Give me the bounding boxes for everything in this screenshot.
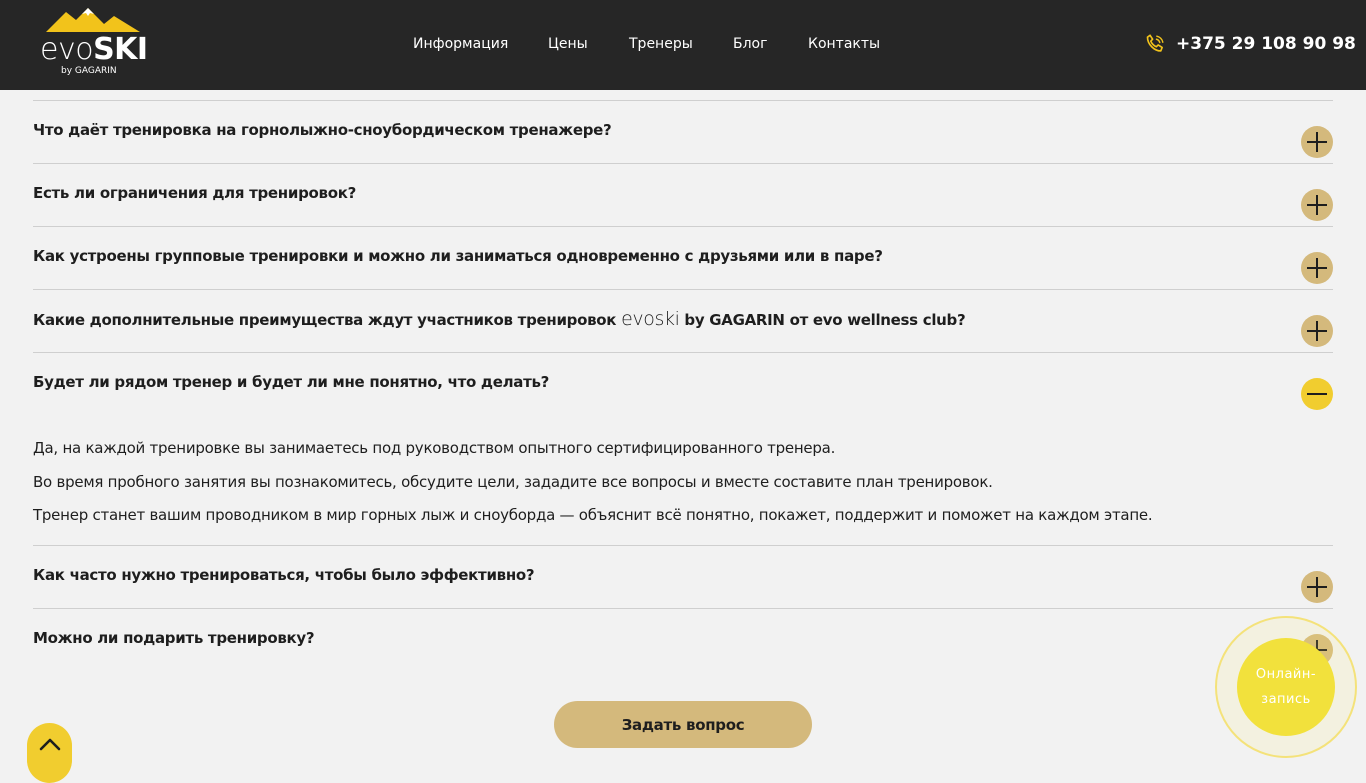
faq-divider	[33, 289, 1333, 290]
faq-question[interactable]: Какие дополнительные преимущества ждут у…	[33, 308, 966, 330]
faq-question[interactable]: Можно ли подарить тренировку?	[33, 628, 315, 648]
nav-item-prices[interactable]: Цены	[548, 34, 588, 54]
nav-item-contacts[interactable]: Контакты	[808, 34, 880, 54]
faq-question-brand: evoski	[621, 308, 680, 330]
faq-divider	[33, 545, 1333, 546]
phone-link[interactable]: +375 29 108 90 98	[1144, 32, 1356, 56]
faq-item-expanded[interactable]: Будет ли рядом тренер и будет ли мне пон…	[33, 362, 1333, 410]
faq-question[interactable]: Что даёт тренировка на горнолыжно-сноубо…	[33, 120, 612, 140]
faq-question[interactable]: Есть ли ограничения для тренировок?	[33, 183, 356, 203]
faq-item[interactable]: Как устроены групповые тренировки и можн…	[33, 236, 1333, 284]
plus-icon[interactable]	[1301, 315, 1333, 347]
faq-question-text: by GAGARIN от evo wellness club?	[684, 311, 966, 329]
ask-question-button[interactable]: Задать вопрос	[554, 701, 812, 748]
faq-answer: Да, на каждой тренировке вы занимаетесь …	[33, 432, 1283, 533]
plus-icon[interactable]	[1301, 252, 1333, 284]
nav-item-info[interactable]: Информация	[413, 34, 508, 54]
faq-item[interactable]: Что даёт тренировка на горнолыжно-сноубо…	[33, 110, 1333, 158]
nav-item-blog[interactable]: Блог	[733, 34, 767, 54]
online-booking-line: Онлайн-	[1255, 667, 1317, 682]
faq-question[interactable]: Будет ли рядом тренер и будет ли мне пон…	[33, 372, 549, 392]
mountains-logo-icon	[46, 8, 140, 32]
faq-answer-paragraph: Да, на каждой тренировке вы занимаетесь …	[33, 439, 836, 457]
chevron-up-icon	[39, 738, 61, 751]
online-booking-label[interactable]: Онлайн- запись	[1237, 638, 1335, 736]
faq-divider	[33, 163, 1333, 164]
faq-question[interactable]: Как часто нужно тренироваться, чтобы был…	[33, 565, 535, 585]
phone-icon	[1146, 34, 1164, 52]
online-booking-line: запись	[1261, 692, 1311, 707]
site-header: evoSKI by GAGARIN Информация Цены Тренер…	[0, 0, 1366, 90]
faq-answer-paragraph: Тренер станет вашим проводником в мир го…	[33, 506, 1153, 524]
faq-divider	[33, 226, 1333, 227]
faq-divider	[33, 100, 1333, 101]
scroll-top-button[interactable]	[27, 723, 72, 783]
online-booking-button[interactable]: Онлайн- запись	[1215, 616, 1357, 758]
minus-icon[interactable]	[1301, 378, 1333, 410]
faq-item[interactable]: Можно ли подарить тренировку?	[33, 618, 1333, 666]
faq-item[interactable]: Как часто нужно тренироваться, чтобы был…	[33, 555, 1333, 603]
plus-icon[interactable]	[1301, 126, 1333, 158]
faq-answer-paragraph: Во время пробного занятия вы познакомите…	[33, 472, 993, 491]
logo-tagline: by GAGARIN	[61, 66, 117, 76]
faq-divider	[33, 608, 1333, 609]
faq-question-text: Какие дополнительные преимущества ждут у…	[33, 311, 617, 329]
faq-divider	[33, 352, 1333, 353]
plus-icon[interactable]	[1301, 571, 1333, 603]
plus-icon[interactable]	[1301, 189, 1333, 221]
nav-item-trainers[interactable]: Тренеры	[629, 34, 693, 54]
phone-number[interactable]: +375 29 108 90 98	[1176, 34, 1356, 54]
faq-item[interactable]: Есть ли ограничения для тренировок?	[33, 173, 1333, 221]
faq-item[interactable]: Какие дополнительные преимущества ждут у…	[33, 299, 1333, 347]
faq-question[interactable]: Как устроены групповые тренировки и можн…	[33, 246, 883, 266]
